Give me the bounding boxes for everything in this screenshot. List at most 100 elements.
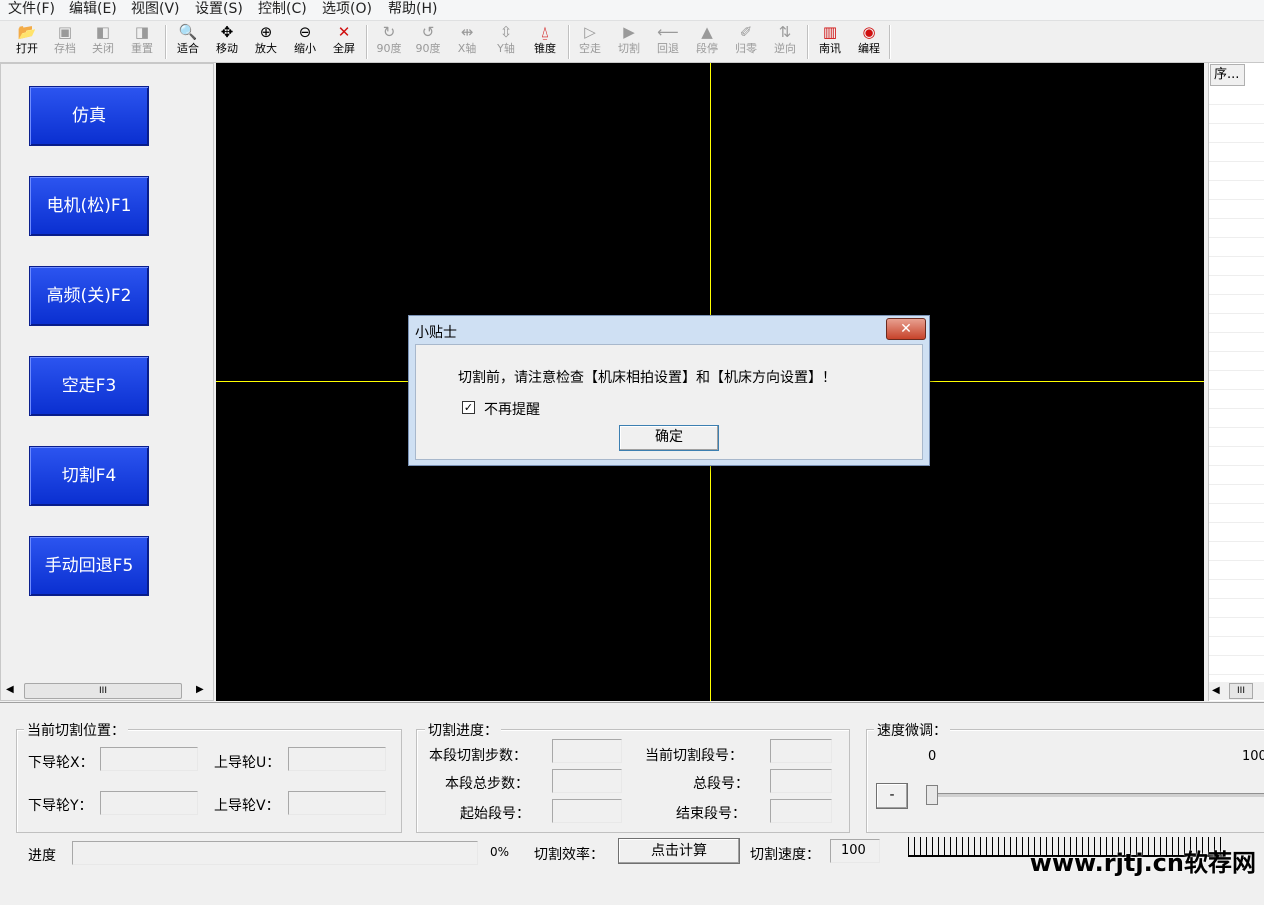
start-seg-field — [552, 799, 622, 823]
scroll-right-icon[interactable]: ▶ — [196, 684, 204, 695]
menu-edit[interactable]: 编辑(E) — [69, 0, 117, 20]
simulate-button[interactable]: 仿真 — [29, 86, 149, 146]
home-zero-icon: ✐ — [739, 23, 753, 41]
cut-f4-button[interactable]: 切割F4 — [29, 446, 149, 506]
motor-button[interactable]: 电机(松)F1 — [29, 176, 149, 236]
menu-control[interactable]: 控制(C) — [258, 0, 307, 20]
triangle-up-icon: ▲ — [701, 23, 713, 41]
rotate-ccw-button[interactable]: ↺ 90度 — [409, 22, 447, 60]
nanxun-button[interactable]: ▥ 南讯 — [811, 22, 849, 60]
idle-run-button[interactable]: ▷ 空走 — [571, 22, 609, 60]
dont-remind-label[interactable]: 不再提醒 — [484, 399, 540, 419]
menu-options[interactable]: 选项(O) — [322, 0, 372, 20]
mirror-x-icon: ⇹ — [460, 23, 474, 41]
dialog-close-button[interactable]: ✕ — [886, 318, 926, 340]
taper-button[interactable]: ⍙ 锥度 — [526, 22, 564, 60]
seg-total-steps-field — [552, 769, 622, 793]
speed-slider-track[interactable] — [928, 793, 1264, 797]
x-axis-button[interactable]: ⇹ X轴 — [448, 22, 486, 60]
ok-button[interactable]: 确定 — [619, 425, 719, 451]
total-segs-field — [770, 769, 832, 793]
speed-group-title: 速度微调： — [874, 720, 950, 740]
zoom-out-button[interactable]: ⊖ 缩小 — [286, 22, 324, 60]
lower-y-field — [100, 791, 198, 815]
menu-settings[interactable]: 设置(S) — [195, 0, 243, 20]
upper-v-field — [288, 791, 386, 815]
retreat-button[interactable]: ⟵ 回退 — [649, 22, 687, 60]
lower-y-label: 下导轮Y： — [28, 798, 93, 814]
arrow-left-icon: ⟵ — [657, 23, 679, 41]
close-button[interactable]: ◧ 关闭 — [84, 22, 122, 60]
move-icon: ✥ — [220, 23, 234, 41]
lower-x-field — [100, 747, 198, 771]
check-icon: ✓ — [463, 401, 474, 414]
rotate-cw-icon: ↻ — [382, 23, 396, 41]
play-outline-icon: ▷ — [584, 23, 596, 41]
calc-button[interactable]: 点击计算 — [618, 838, 740, 864]
reset-button[interactable]: ◨ 重置 — [123, 22, 161, 60]
progress-group-title: 切割进度： — [425, 720, 501, 740]
speed-slider-thumb[interactable] — [926, 785, 938, 805]
upper-u-label: 上导轮U： — [214, 755, 281, 771]
folder-open-icon: 📂 — [17, 23, 37, 41]
y-axis-button[interactable]: ⇳ Y轴 — [487, 22, 525, 60]
menu-bar: 文件(F) 编辑(E) 视图(V) 设置(S) 控制(C) 选项(O) 帮助(H… — [0, 0, 1264, 21]
fullscreen-button[interactable]: ✕ 全屏 — [325, 22, 363, 60]
scroll-left-icon[interactable]: ◀ — [1212, 685, 1220, 696]
end-seg-field — [770, 799, 832, 823]
progress-bar — [72, 841, 478, 865]
toolbar-separator — [366, 25, 368, 59]
scroll-thumb[interactable]: III — [24, 683, 182, 699]
mirror-y-icon: ⇳ — [499, 23, 513, 41]
speed-min-label: 0 — [928, 749, 937, 764]
reverse-button[interactable]: ⇅ 逆向 — [766, 22, 804, 60]
high-frequency-button[interactable]: 高频(关)F2 — [29, 266, 149, 326]
speed-minus-button[interactable]: - — [876, 783, 908, 809]
left-horizontal-scrollbar[interactable]: ◀ III ▶ — [2, 682, 212, 699]
segment-stop-button[interactable]: ▲ 段停 — [688, 22, 726, 60]
toolbar-separator — [568, 25, 570, 59]
move-button[interactable]: ✥ 移动 — [208, 22, 246, 60]
scroll-left-icon[interactable]: ◀ — [6, 684, 14, 695]
right-horizontal-scrollbar[interactable]: ◀ III — [1209, 682, 1264, 700]
rotate-cw-button[interactable]: ↻ 90度 — [370, 22, 408, 60]
open-button[interactable]: 📂 打开 — [8, 22, 46, 60]
fit-button[interactable]: 🔍 适合 — [169, 22, 207, 60]
cur-seg-no-field — [770, 739, 832, 763]
program-button[interactable]: ◉ 编程 — [850, 22, 888, 60]
seg-cut-steps-label: 本段切割步数： — [429, 748, 527, 764]
speed-max-label: 100 — [1242, 749, 1264, 764]
end-seg-label: 结束段号： — [676, 806, 746, 822]
upper-u-field — [288, 747, 386, 771]
save-button[interactable]: ▣ 存档 — [46, 22, 84, 60]
zoom-in-icon: ⊕ — [259, 23, 273, 41]
menu-help[interactable]: 帮助(H) — [388, 0, 437, 20]
menu-view[interactable]: 视图(V) — [131, 0, 180, 20]
floppy-icon: ▣ — [57, 23, 73, 41]
dialog-body: 切割前，请注意检查【机床相拍设置】和【机床方向设置】！ ✓ 不再提醒 确定 — [415, 344, 923, 460]
manual-retreat-f5-button[interactable]: 手动回退F5 — [29, 536, 149, 596]
scroll-thumb[interactable]: III — [1229, 683, 1253, 699]
home-button[interactable]: ✐ 归零 — [727, 22, 765, 60]
dont-remind-checkbox[interactable]: ✓ — [462, 401, 475, 414]
cut-speed-field: 100 — [830, 839, 880, 863]
zoom-in-button[interactable]: ⊕ 放大 — [247, 22, 285, 60]
rotate-ccw-icon: ↺ — [421, 23, 435, 41]
position-group-title: 当前切割位置： — [24, 720, 128, 740]
left-panel: 仿真 电机(松)F1 高频(关)F2 空走F3 切割F4 手动回退F5 — [0, 63, 214, 701]
segment-list[interactable]: 序... ◀ III — [1208, 63, 1264, 701]
progress-label: 进度 — [28, 848, 56, 864]
cut-speed-label: 切割速度： — [750, 847, 820, 863]
list-header-index[interactable]: 序... — [1210, 64, 1245, 86]
menu-file[interactable]: 文件(F) — [8, 0, 55, 20]
reset-icon: ◨ — [134, 23, 150, 41]
speed-group — [866, 729, 1264, 833]
start-seg-label: 起始段号： — [460, 806, 530, 822]
toolbar-separator — [165, 25, 167, 59]
cut-button[interactable]: ▶ 切割 — [610, 22, 648, 60]
dialog-title: 小贴士 — [415, 325, 457, 341]
program-icon: ◉ — [862, 23, 876, 41]
seg-cut-steps-field — [552, 739, 622, 763]
zoom-out-icon: ⊖ — [298, 23, 312, 41]
idle-run-f3-button[interactable]: 空走F3 — [29, 356, 149, 416]
